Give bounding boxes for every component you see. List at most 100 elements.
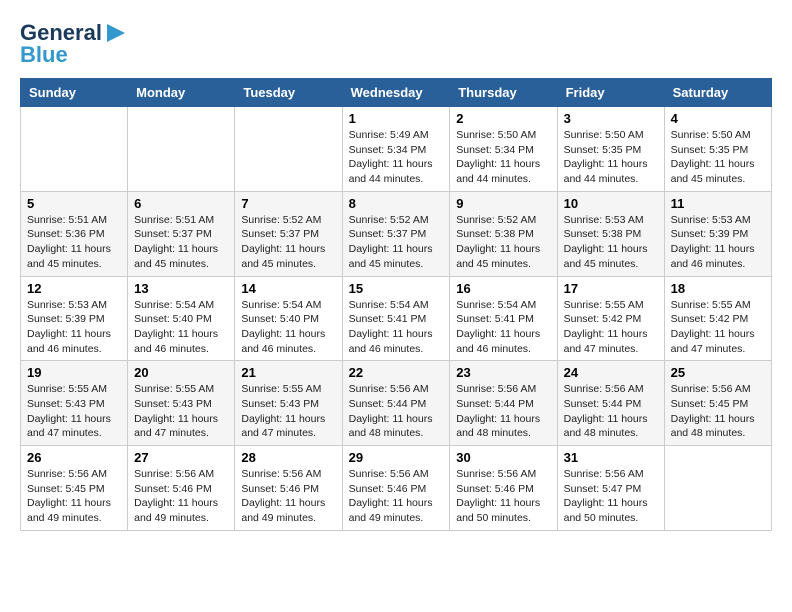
day-cell: 21Sunrise: 5:55 AM Sunset: 5:43 PM Dayli… [235, 361, 342, 446]
day-number: 12 [27, 281, 121, 296]
day-info: Sunrise: 5:56 AM Sunset: 5:46 PM Dayligh… [349, 467, 444, 526]
day-number: 7 [241, 196, 335, 211]
logo-flag-icon [105, 22, 127, 44]
day-info: Sunrise: 5:56 AM Sunset: 5:44 PM Dayligh… [349, 382, 444, 441]
day-info: Sunrise: 5:53 AM Sunset: 5:38 PM Dayligh… [564, 213, 658, 272]
day-number: 5 [27, 196, 121, 211]
day-info: Sunrise: 5:50 AM Sunset: 5:35 PM Dayligh… [671, 128, 765, 187]
day-info: Sunrise: 5:52 AM Sunset: 5:38 PM Dayligh… [456, 213, 550, 272]
weekday-header-thursday: Thursday [450, 79, 557, 107]
page-header: General Blue [20, 20, 772, 68]
day-info: Sunrise: 5:54 AM Sunset: 5:40 PM Dayligh… [241, 298, 335, 357]
day-cell: 27Sunrise: 5:56 AM Sunset: 5:46 PM Dayli… [128, 446, 235, 531]
day-info: Sunrise: 5:56 AM Sunset: 5:46 PM Dayligh… [241, 467, 335, 526]
day-info: Sunrise: 5:51 AM Sunset: 5:37 PM Dayligh… [134, 213, 228, 272]
week-row-2: 5 Sunrise: 5:51 AM Sunset: 5:36 PM Daylig… [21, 191, 772, 276]
day-number: 16 [456, 281, 550, 296]
day-cell: 14Sunrise: 5:54 AM Sunset: 5:40 PM Dayli… [235, 276, 342, 361]
day-cell: 6 Sunrise: 5:51 AM Sunset: 5:37 PM Daylig… [128, 191, 235, 276]
day-cell: 26 Sunrise: 5:56 AM Sunset: 5:45 PM Dayli… [21, 446, 128, 531]
day-cell: 25 Sunrise: 5:56 AM Sunset: 5:45 PM Dayli… [664, 361, 771, 446]
day-number: 9 [456, 196, 550, 211]
day-number: 24 [564, 365, 658, 380]
day-cell: 30 Sunrise: 5:56 AM Sunset: 5:46 PM Dayli… [450, 446, 557, 531]
day-number: 13 [134, 281, 228, 296]
day-info: Sunrise: 5:53 AM Sunset: 5:39 PM Dayligh… [671, 213, 765, 272]
day-number: 18 [671, 281, 765, 296]
week-row-1: 1Sunrise: 5:49 AM Sunset: 5:34 PM Daylig… [21, 107, 772, 192]
day-info: Sunrise: 5:52 AM Sunset: 5:37 PM Dayligh… [241, 213, 335, 272]
day-info: Sunrise: 5:54 AM Sunset: 5:41 PM Dayligh… [349, 298, 444, 357]
weekday-header-saturday: Saturday [664, 79, 771, 107]
day-cell: 3Sunrise: 5:50 AM Sunset: 5:35 PM Daylig… [557, 107, 664, 192]
day-cell: 12 Sunrise: 5:53 AM Sunset: 5:39 PM Dayli… [21, 276, 128, 361]
day-cell: 24Sunrise: 5:56 AM Sunset: 5:44 PM Dayli… [557, 361, 664, 446]
day-cell: 9 Sunrise: 5:52 AM Sunset: 5:38 PM Daylig… [450, 191, 557, 276]
day-number: 17 [564, 281, 658, 296]
day-cell [128, 107, 235, 192]
day-number: 25 [671, 365, 765, 380]
day-info: Sunrise: 5:55 AM Sunset: 5:43 PM Dayligh… [134, 382, 228, 441]
weekday-header-wednesday: Wednesday [342, 79, 450, 107]
day-cell: 22 Sunrise: 5:56 AM Sunset: 5:44 PM Dayli… [342, 361, 450, 446]
day-number: 1 [349, 111, 444, 126]
day-number: 20 [134, 365, 228, 380]
day-cell: 23Sunrise: 5:56 AM Sunset: 5:44 PM Dayli… [450, 361, 557, 446]
day-number: 28 [241, 450, 335, 465]
day-cell: 15 Sunrise: 5:54 AM Sunset: 5:41 PM Dayli… [342, 276, 450, 361]
day-info: Sunrise: 5:50 AM Sunset: 5:34 PM Dayligh… [456, 128, 550, 187]
day-number: 22 [349, 365, 444, 380]
day-number: 4 [671, 111, 765, 126]
day-number: 31 [564, 450, 658, 465]
day-cell: 28 Sunrise: 5:56 AM Sunset: 5:46 PM Dayli… [235, 446, 342, 531]
logo: General Blue [20, 20, 127, 68]
day-number: 27 [134, 450, 228, 465]
weekday-header-monday: Monday [128, 79, 235, 107]
day-info: Sunrise: 5:52 AM Sunset: 5:37 PM Dayligh… [349, 213, 444, 272]
day-cell [664, 446, 771, 531]
day-cell: 13Sunrise: 5:54 AM Sunset: 5:40 PM Dayli… [128, 276, 235, 361]
day-number: 8 [349, 196, 444, 211]
day-number: 11 [671, 196, 765, 211]
day-cell: 2 Sunrise: 5:50 AM Sunset: 5:34 PM Daylig… [450, 107, 557, 192]
day-info: Sunrise: 5:55 AM Sunset: 5:43 PM Dayligh… [27, 382, 121, 441]
day-cell: 29 Sunrise: 5:56 AM Sunset: 5:46 PM Dayli… [342, 446, 450, 531]
week-row-4: 19 Sunrise: 5:55 AM Sunset: 5:43 PM Dayli… [21, 361, 772, 446]
day-number: 21 [241, 365, 335, 380]
day-cell: 8 Sunrise: 5:52 AM Sunset: 5:37 PM Daylig… [342, 191, 450, 276]
day-info: Sunrise: 5:56 AM Sunset: 5:46 PM Dayligh… [456, 467, 550, 526]
day-number: 10 [564, 196, 658, 211]
day-cell: 17 Sunrise: 5:55 AM Sunset: 5:42 PM Dayli… [557, 276, 664, 361]
day-cell [235, 107, 342, 192]
day-cell [21, 107, 128, 192]
day-cell: 7 Sunrise: 5:52 AM Sunset: 5:37 PM Daylig… [235, 191, 342, 276]
day-cell: 11 Sunrise: 5:53 AM Sunset: 5:39 PM Dayli… [664, 191, 771, 276]
day-cell: 31 Sunrise: 5:56 AM Sunset: 5:47 PM Dayli… [557, 446, 664, 531]
day-info: Sunrise: 5:56 AM Sunset: 5:45 PM Dayligh… [671, 382, 765, 441]
day-cell: 5 Sunrise: 5:51 AM Sunset: 5:36 PM Daylig… [21, 191, 128, 276]
weekday-header-sunday: Sunday [21, 79, 128, 107]
weekday-header-row: SundayMondayTuesdayWednesdayThursdayFrid… [21, 79, 772, 107]
day-number: 19 [27, 365, 121, 380]
day-cell: 18 Sunrise: 5:55 AM Sunset: 5:42 PM Dayli… [664, 276, 771, 361]
day-cell: 1Sunrise: 5:49 AM Sunset: 5:34 PM Daylig… [342, 107, 450, 192]
day-info: Sunrise: 5:55 AM Sunset: 5:42 PM Dayligh… [564, 298, 658, 357]
day-number: 29 [349, 450, 444, 465]
day-info: Sunrise: 5:56 AM Sunset: 5:45 PM Dayligh… [27, 467, 121, 526]
weekday-header-friday: Friday [557, 79, 664, 107]
day-cell: 16 Sunrise: 5:54 AM Sunset: 5:41 PM Dayli… [450, 276, 557, 361]
day-number: 30 [456, 450, 550, 465]
week-row-5: 26 Sunrise: 5:56 AM Sunset: 5:45 PM Dayli… [21, 446, 772, 531]
day-info: Sunrise: 5:54 AM Sunset: 5:41 PM Dayligh… [456, 298, 550, 357]
day-number: 26 [27, 450, 121, 465]
day-number: 6 [134, 196, 228, 211]
weekday-header-tuesday: Tuesday [235, 79, 342, 107]
day-info: Sunrise: 5:56 AM Sunset: 5:44 PM Dayligh… [456, 382, 550, 441]
day-info: Sunrise: 5:51 AM Sunset: 5:36 PM Dayligh… [27, 213, 121, 272]
day-cell: 19 Sunrise: 5:55 AM Sunset: 5:43 PM Dayli… [21, 361, 128, 446]
day-number: 2 [456, 111, 550, 126]
day-number: 15 [349, 281, 444, 296]
day-info: Sunrise: 5:56 AM Sunset: 5:47 PM Dayligh… [564, 467, 658, 526]
day-info: Sunrise: 5:53 AM Sunset: 5:39 PM Dayligh… [27, 298, 121, 357]
day-info: Sunrise: 5:55 AM Sunset: 5:42 PM Dayligh… [671, 298, 765, 357]
